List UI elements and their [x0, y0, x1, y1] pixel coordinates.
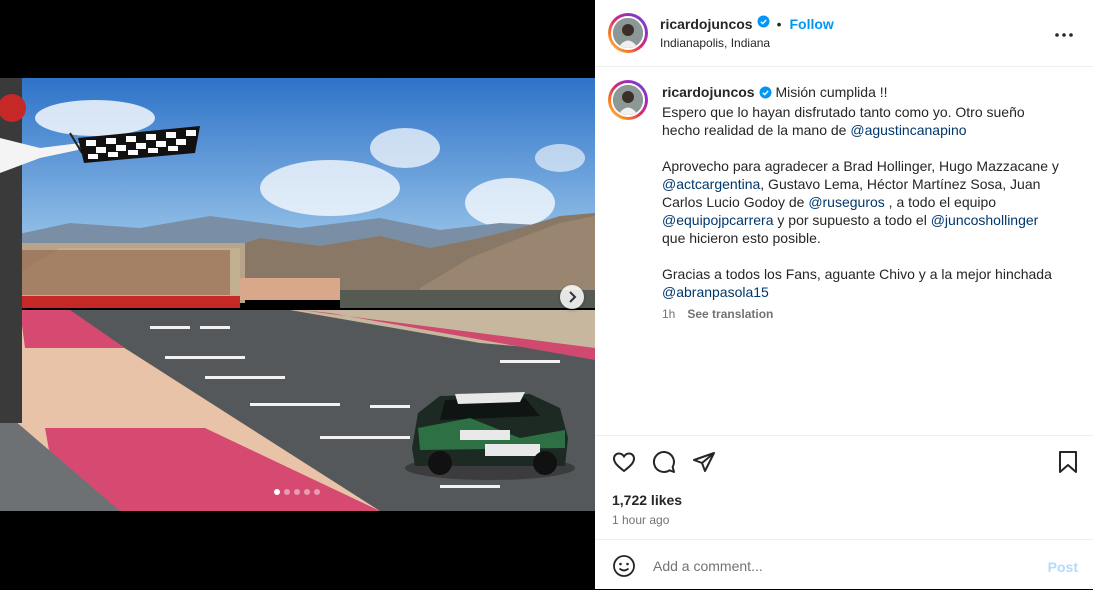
mention-link[interactable]: @equipojpcarrera	[662, 212, 774, 228]
send-icon	[693, 452, 715, 472]
caption-section: ricardojuncos Misión cumplida !! Espero …	[595, 67, 1093, 435]
carousel-indicator	[274, 489, 320, 495]
caption-text: , a todo el equipo	[884, 194, 997, 210]
like-button[interactable]	[612, 450, 636, 479]
caption-first-line: Misión cumplida !!	[775, 84, 888, 100]
profile-photo	[613, 18, 643, 48]
comment-button[interactable]	[652, 450, 676, 479]
caption-text: y por supuesto a todo el	[773, 212, 931, 228]
mention-link[interactable]: @ruseguros	[808, 194, 884, 210]
author-avatar[interactable]	[608, 13, 648, 53]
smiley-icon	[613, 555, 635, 577]
post-caption: ricardojuncos Misión cumplida !! Espero …	[662, 83, 1062, 301]
comment-input[interactable]	[651, 554, 1035, 578]
post-side-panel: ricardojuncos • Follow Indianapolis, Ind…	[595, 0, 1093, 589]
profile-photo	[613, 85, 643, 115]
separator-dot: •	[776, 16, 782, 32]
next-image-button[interactable]	[560, 285, 584, 309]
emoji-button[interactable]	[612, 554, 636, 583]
mention-link[interactable]: @abranpasola15	[662, 284, 769, 300]
mention-link[interactable]: @juncoshollinger	[931, 212, 1039, 228]
heart-icon	[612, 452, 636, 473]
follow-button[interactable]: Follow	[790, 16, 834, 32]
carousel-dot	[294, 489, 300, 495]
post-header: ricardojuncos • Follow Indianapolis, Ind…	[595, 0, 1093, 67]
carousel-dot	[284, 489, 290, 495]
caption-avatar[interactable]	[608, 80, 648, 120]
more-options-button[interactable]	[1055, 24, 1073, 42]
comment-icon	[653, 451, 675, 473]
post-photo[interactable]	[0, 78, 595, 511]
verified-badge-icon	[759, 85, 772, 103]
verified-badge-icon	[757, 15, 770, 33]
save-button[interactable]	[1057, 450, 1079, 479]
likes-count[interactable]: 1,722 likes	[612, 492, 682, 508]
caption-text: Aprovecho para agradecer a Brad Hollinge…	[662, 158, 1059, 174]
author-username[interactable]: ricardojuncos	[660, 16, 753, 32]
race-photo	[0, 78, 595, 511]
mention-link[interactable]: @agustincanapino	[850, 122, 966, 138]
post-comment-button[interactable]: Post	[1048, 559, 1078, 575]
caption-username[interactable]: ricardojuncos	[662, 84, 755, 100]
mention-link[interactable]: @actcargentina	[662, 176, 760, 192]
carousel-dot	[274, 489, 280, 495]
chevron-right-icon	[569, 291, 577, 303]
caption-meta: 1h See translation	[662, 307, 773, 321]
caption-timestamp[interactable]: 1h	[662, 307, 675, 321]
post-media	[0, 0, 595, 589]
more-dots-icon	[1055, 33, 1073, 37]
see-translation-link[interactable]: See translation	[687, 307, 773, 321]
comment-bar: Post	[595, 539, 1093, 590]
share-button[interactable]	[692, 450, 716, 479]
carousel-dot	[304, 489, 310, 495]
caption-text: Gracias a todos los Fans, aguante Chivo …	[662, 266, 1052, 282]
post-timestamp[interactable]: 1 hour ago	[612, 513, 669, 527]
carousel-dot	[314, 489, 320, 495]
caption-text: Espero que lo hayan disfrutado tanto com…	[662, 104, 1025, 138]
caption-text: que hicieron esto posible.	[662, 230, 821, 246]
post-location[interactable]: Indianapolis, Indiana	[660, 36, 770, 50]
bookmark-icon	[1059, 451, 1077, 473]
post-actions: 1,722 likes 1 hour ago	[595, 435, 1093, 540]
